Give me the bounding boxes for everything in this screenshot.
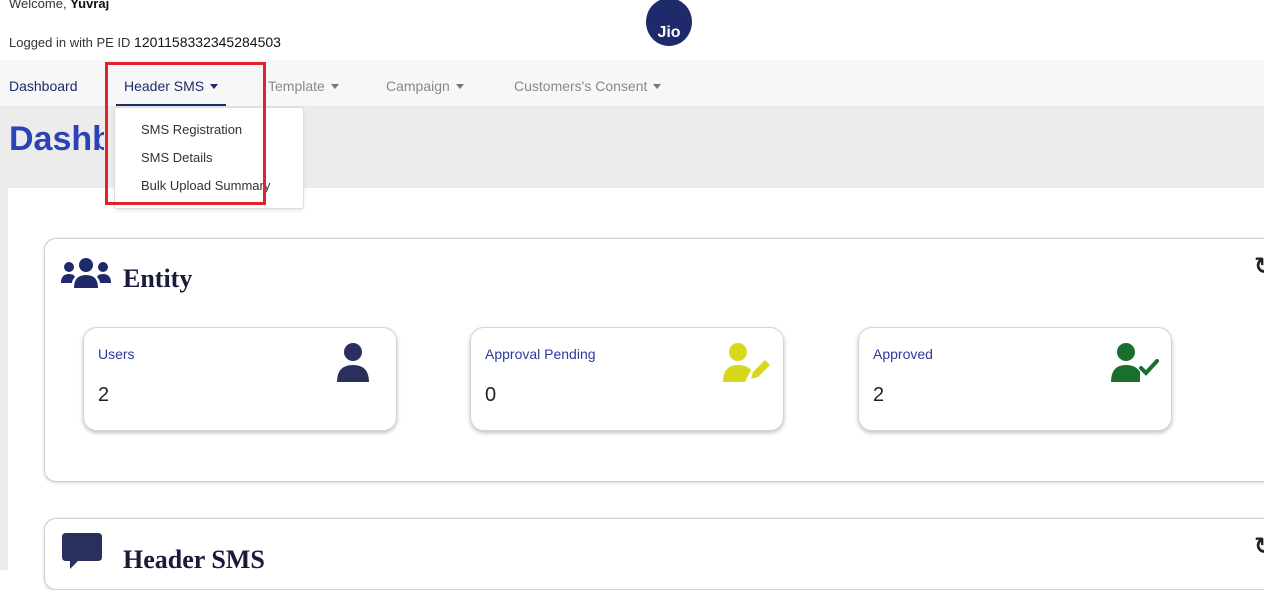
user-icon bbox=[337, 343, 369, 382]
approved-card-value: 2 bbox=[873, 384, 885, 406]
user-edit-icon bbox=[723, 343, 770, 382]
top-bar: Welcome, Yuvraj Logged in with PE ID 120… bbox=[0, 0, 1264, 60]
nav-template[interactable]: Template bbox=[268, 60, 339, 106]
nav-consent-label: Customers's Consent bbox=[514, 78, 648, 94]
header-sms-title: Header SMS bbox=[123, 545, 265, 574]
nav-dashboard-label: Dashboard bbox=[9, 78, 78, 94]
header-sms-dropdown: SMS Registration SMS Details Bulk Upload… bbox=[114, 107, 304, 209]
caret-down-icon bbox=[455, 83, 464, 89]
logo-text: Jio bbox=[657, 24, 681, 41]
entity-title: Entity bbox=[123, 264, 193, 293]
dropdown-item-sms-details[interactable]: SMS Details bbox=[141, 150, 213, 165]
users-card-label: Users bbox=[98, 346, 135, 362]
refresh-icon[interactable]: ↻ bbox=[1254, 532, 1264, 561]
approval-pending-card[interactable]: Approval Pending 0 bbox=[470, 327, 784, 431]
nav-header-sms-label: Header SMS bbox=[124, 78, 205, 94]
approved-card[interactable]: Approved 2 bbox=[858, 327, 1172, 431]
main-nav: Dashboard Header SMS Template Campaign C… bbox=[0, 60, 1264, 107]
users-group-icon bbox=[61, 258, 111, 288]
nav-campaign-label: Campaign bbox=[386, 78, 450, 94]
users-card-value: 2 bbox=[98, 384, 110, 406]
dropdown-item-sms-registration[interactable]: SMS Registration bbox=[141, 122, 242, 137]
pe-id-value: 1201158332345284503 bbox=[134, 34, 281, 50]
message-icon bbox=[62, 533, 102, 569]
jio-logo[interactable]: Jio bbox=[646, 0, 692, 46]
nav-dashboard[interactable]: Dashboard bbox=[9, 60, 78, 106]
page-title: Dashboard bbox=[9, 120, 104, 158]
approval-pending-label: Approval Pending bbox=[485, 346, 596, 362]
caret-down-icon bbox=[210, 83, 219, 89]
dropdown-item-bulk-upload-summary[interactable]: Bulk Upload Summary bbox=[141, 178, 270, 193]
nav-campaign[interactable]: Campaign bbox=[386, 60, 464, 106]
user-check-icon bbox=[1111, 343, 1159, 382]
refresh-icon[interactable]: ↻ bbox=[1254, 252, 1264, 281]
caret-down-icon bbox=[653, 83, 662, 89]
approved-card-label: Approved bbox=[873, 346, 933, 362]
nav-template-label: Template bbox=[268, 78, 325, 94]
nav-customers-consent[interactable]: Customers's Consent bbox=[514, 60, 662, 106]
nav-header-sms[interactable]: Header SMS bbox=[116, 60, 227, 106]
approval-pending-value: 0 bbox=[485, 384, 497, 406]
pe-id-line: Logged in with PE ID 1201158332345284503 bbox=[9, 34, 281, 50]
caret-down-icon bbox=[330, 83, 339, 89]
user-name: Yuvraj bbox=[70, 0, 110, 11]
welcome-prefix: Welcome, bbox=[9, 0, 67, 11]
pe-label: Logged in with PE ID bbox=[9, 35, 131, 50]
users-card[interactable]: Users 2 bbox=[83, 327, 397, 431]
welcome-text: Welcome, Yuvraj bbox=[9, 0, 109, 11]
